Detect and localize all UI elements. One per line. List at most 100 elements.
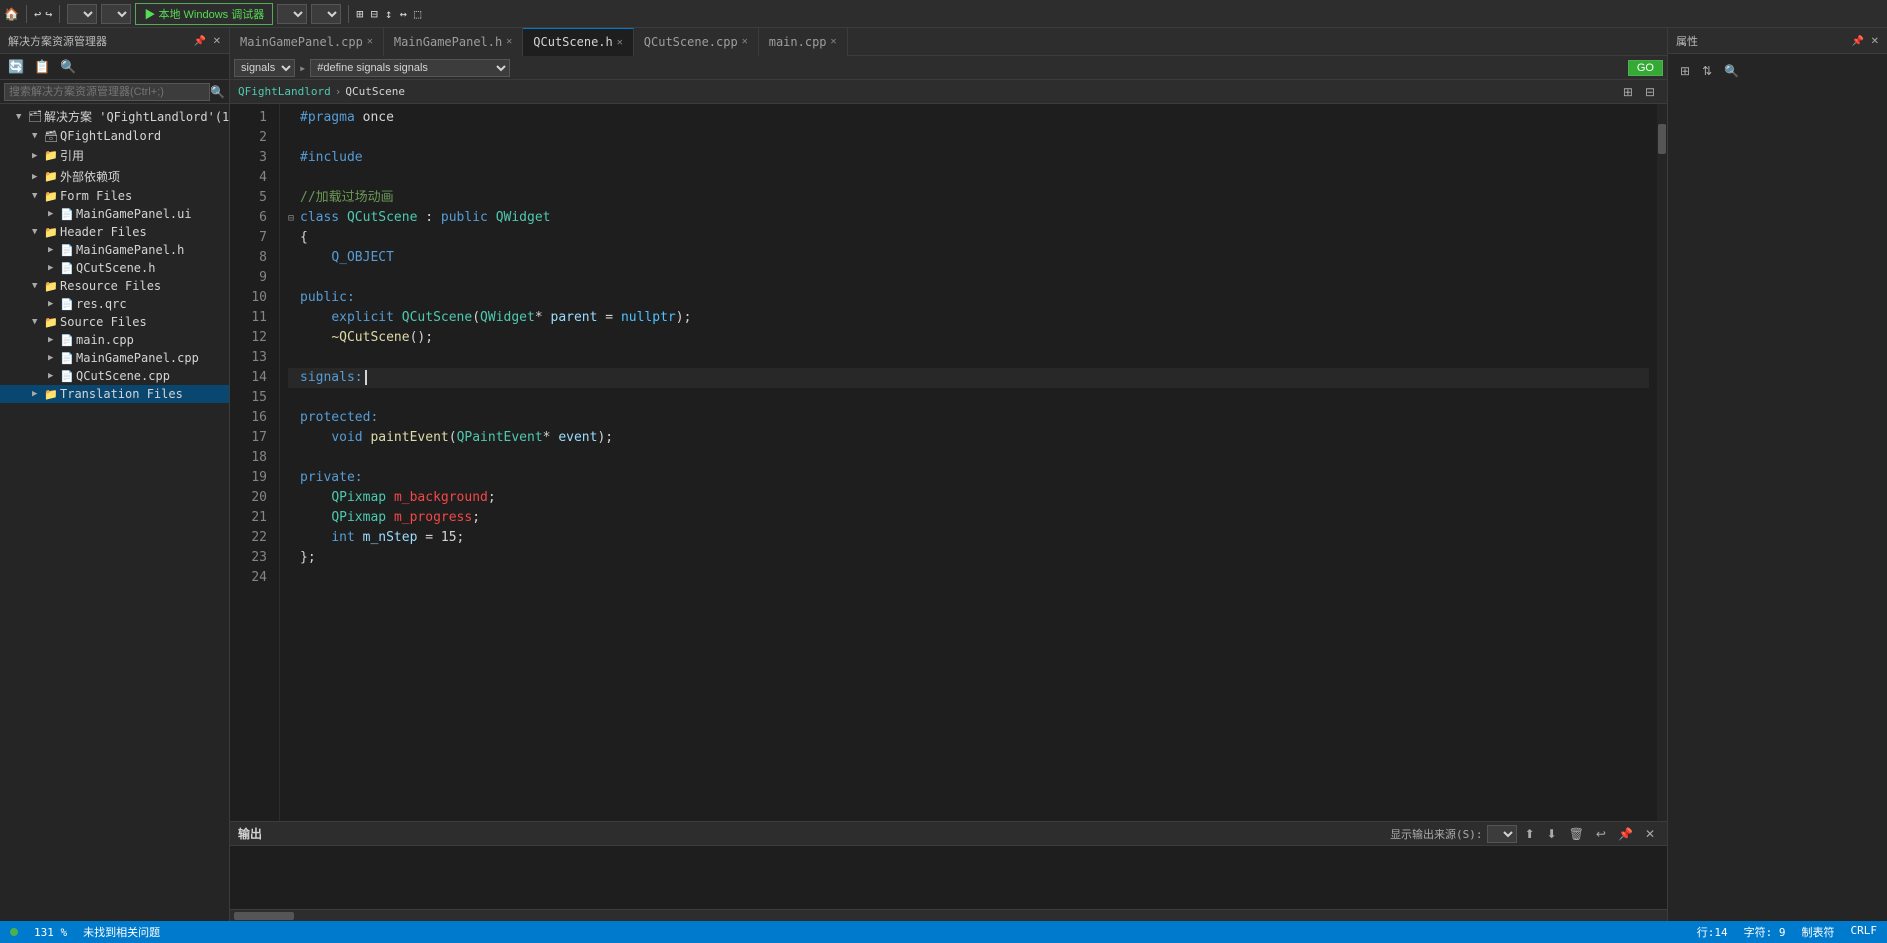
breadcrumb-item1[interactable]: QFightLandlord: [238, 85, 331, 98]
props-filter-btn[interactable]: 🔍: [1720, 62, 1743, 80]
code-line-23: };: [288, 548, 1649, 568]
tree-item-references[interactable]: ▶📁引用: [0, 145, 229, 166]
go-button[interactable]: GO: [1628, 60, 1663, 76]
filter-btn[interactable]: 🔍: [56, 57, 80, 77]
output-clear[interactable]: 🗑: [1565, 825, 1588, 843]
panel-title: 解决方案资源管理器: [8, 33, 107, 49]
line-num-15: 15: [230, 388, 267, 408]
code-line-11: explicit QCutScene(QWidget* parent = nul…: [288, 308, 1649, 328]
tree-item-source-files[interactable]: ▼📁Source Files: [0, 313, 229, 331]
output-source-select[interactable]: 生成: [1487, 825, 1517, 843]
text-cursor: [365, 370, 375, 385]
right-panel-title: 属性: [1676, 33, 1698, 49]
tree-item-external[interactable]: ▶📁外部依赖项: [0, 166, 229, 187]
split-btn[interactable]: ⊟: [1641, 83, 1659, 101]
panel-close-btn[interactable]: ✕: [213, 36, 221, 47]
tree-project[interactable]: ▼ 🗃 QFightLandlord: [0, 127, 229, 145]
tree-item-header-files[interactable]: ▼📁Header Files: [0, 223, 229, 241]
status-line: 行:14: [1697, 924, 1728, 940]
output-close[interactable]: ✕: [1641, 825, 1659, 843]
tab-maingamepanel-cpp[interactable]: MainGamePanel.cpp✕: [230, 28, 384, 56]
tree-item-qcutscene-cpp[interactable]: ▶📄QCutScene.cpp: [0, 367, 229, 385]
output-scroll-down[interactable]: ⬇: [1543, 825, 1561, 843]
vertical-scrollbar[interactable]: [1657, 104, 1667, 821]
tree-label-qcutscene-cpp: QCutScene.cpp: [76, 369, 229, 383]
target-select[interactable]: EarthManipulator: [311, 4, 341, 24]
code-line-13: [288, 348, 1649, 368]
search-input[interactable]: [4, 83, 210, 101]
props-sort-btn[interactable]: ⇅: [1698, 62, 1716, 80]
output-scroll-up[interactable]: ⬆: [1521, 825, 1539, 843]
right-panel-header: 属性 📌 ✕: [1668, 28, 1887, 54]
tab-close-maingamepanel-cpp[interactable]: ✕: [367, 36, 373, 47]
tree-label-form-files: Form Files: [60, 189, 229, 203]
tree-label-main-cpp: main.cpp: [76, 333, 229, 347]
tree-label-external: 外部依赖项: [60, 168, 229, 185]
output-wrap[interactable]: ↩: [1592, 825, 1610, 843]
mode-select[interactable]: 自动: [277, 4, 307, 24]
tab-maingamepanel-h[interactable]: MainGamePanel.h✕: [384, 28, 523, 56]
tree-item-maingamepanel-ui[interactable]: ▶📄MainGamePanel.ui: [0, 205, 229, 223]
sep3: [348, 5, 349, 23]
code-line-1: #pragma once: [288, 108, 1649, 128]
solution-tree: ▼ 🗂 解决方案 'QFightLandlord'(1 个项目/共 1 个) ▼…: [0, 104, 229, 921]
tree-label-source-files: Source Files: [60, 315, 229, 329]
right-pin-btn[interactable]: 📌: [1852, 36, 1864, 47]
tab-close-qcutscene-h[interactable]: ✕: [617, 37, 623, 48]
code-line-12: ~QCutScene();: [288, 328, 1649, 348]
fold-icon-6[interactable]: ⊟: [288, 209, 300, 229]
line-num-5: 5: [230, 188, 267, 208]
tree-solution[interactable]: ▼ 🗂 解决方案 'QFightLandlord'(1 个项目/共 1 个): [0, 106, 229, 127]
tab-qcutscene-h[interactable]: QCutScene.h✕: [523, 28, 634, 56]
nav-dropdown1[interactable]: signals: [234, 59, 295, 77]
tree-label-resource-files: Resource Files: [60, 279, 229, 293]
output-pin[interactable]: 📌: [1614, 825, 1637, 843]
output-source-label: 显示输出来源(S):: [1390, 826, 1483, 842]
minimap-btn[interactable]: ⊞: [1619, 83, 1637, 101]
tree-item-resource-files[interactable]: ▼📁Resource Files: [0, 277, 229, 295]
tab-close-main-cpp[interactable]: ✕: [831, 36, 837, 47]
props-grid-btn[interactable]: ⊞: [1676, 62, 1694, 80]
tree-item-form-files[interactable]: ▼📁Form Files: [0, 187, 229, 205]
tree-item-maingamepanel-cpp[interactable]: ▶📄MainGamePanel.cpp: [0, 349, 229, 367]
output-panel: 输出 显示输出来源(S): 生成 ⬆ ⬇ 🗑 ↩ 📌 ✕: [230, 821, 1667, 921]
line-num-20: 20: [230, 488, 267, 508]
tree-label-translation-files: Translation Files: [60, 387, 229, 401]
tab-main-cpp[interactable]: main.cpp✕: [759, 28, 848, 56]
refresh-btn[interactable]: 🔄: [4, 57, 28, 77]
tree-item-res-qrc[interactable]: ▶📄res.qrc: [0, 295, 229, 313]
code-line-14: signals:: [288, 368, 1649, 388]
tree-label-res-qrc: res.qrc: [76, 297, 229, 311]
line-num-14: 14: [230, 368, 267, 388]
line-num-10: 10: [230, 288, 267, 308]
tree-label-references: 引用: [60, 147, 229, 164]
line-num-23: 23: [230, 548, 267, 568]
panel-pin-btn[interactable]: 📌: [194, 36, 206, 47]
project-arrow: ▼: [32, 131, 44, 141]
code-editor[interactable]: 123456789101112131415161718192021222324 …: [230, 104, 1667, 821]
properties-btn[interactable]: 📋: [30, 57, 54, 77]
solution-icon: 🗂: [28, 110, 44, 123]
config-select[interactable]: Debug: [67, 4, 97, 24]
code-content[interactable]: #pragma once #include //加载过场动画⊟class QCu…: [280, 104, 1657, 821]
output-title: 输出: [238, 825, 262, 842]
breadcrumb-item2[interactable]: QCutScene: [345, 85, 405, 98]
tab-close-qcutscene-cpp[interactable]: ✕: [742, 36, 748, 47]
run-button[interactable]: ▶ 本地 Windows 调试器: [135, 3, 273, 25]
right-close-btn[interactable]: ✕: [1871, 36, 1879, 47]
line-num-9: 9: [230, 268, 267, 288]
tab-close-maingamepanel-h[interactable]: ✕: [506, 36, 512, 47]
line-num-6: 6: [230, 208, 267, 228]
nav-dropdown2[interactable]: #define signals signals: [310, 59, 510, 77]
tree-item-maingamepanel-h[interactable]: ▶📄MainGamePanel.h: [0, 241, 229, 259]
code-line-6: ⊟class QCutScene : public QWidget: [288, 208, 1649, 228]
tab-qcutscene-cpp[interactable]: QCutScene.cpp✕: [634, 28, 759, 56]
output-toolbar: 显示输出来源(S): 生成 ⬆ ⬇ 🗑 ↩ 📌 ✕: [1390, 825, 1659, 843]
status-right: 行:14 字符: 9 制表符 CRLF: [1697, 924, 1877, 940]
breadcrumb-sep: ›: [335, 85, 342, 98]
code-line-22: int m_nStep = 15;: [288, 528, 1649, 548]
tree-item-translation-files[interactable]: ▶📁Translation Files: [0, 385, 229, 403]
arch-select[interactable]: x64: [101, 4, 131, 24]
tree-item-qcutscene-h[interactable]: ▶📄QCutScene.h: [0, 259, 229, 277]
tree-item-main-cpp[interactable]: ▶📄main.cpp: [0, 331, 229, 349]
